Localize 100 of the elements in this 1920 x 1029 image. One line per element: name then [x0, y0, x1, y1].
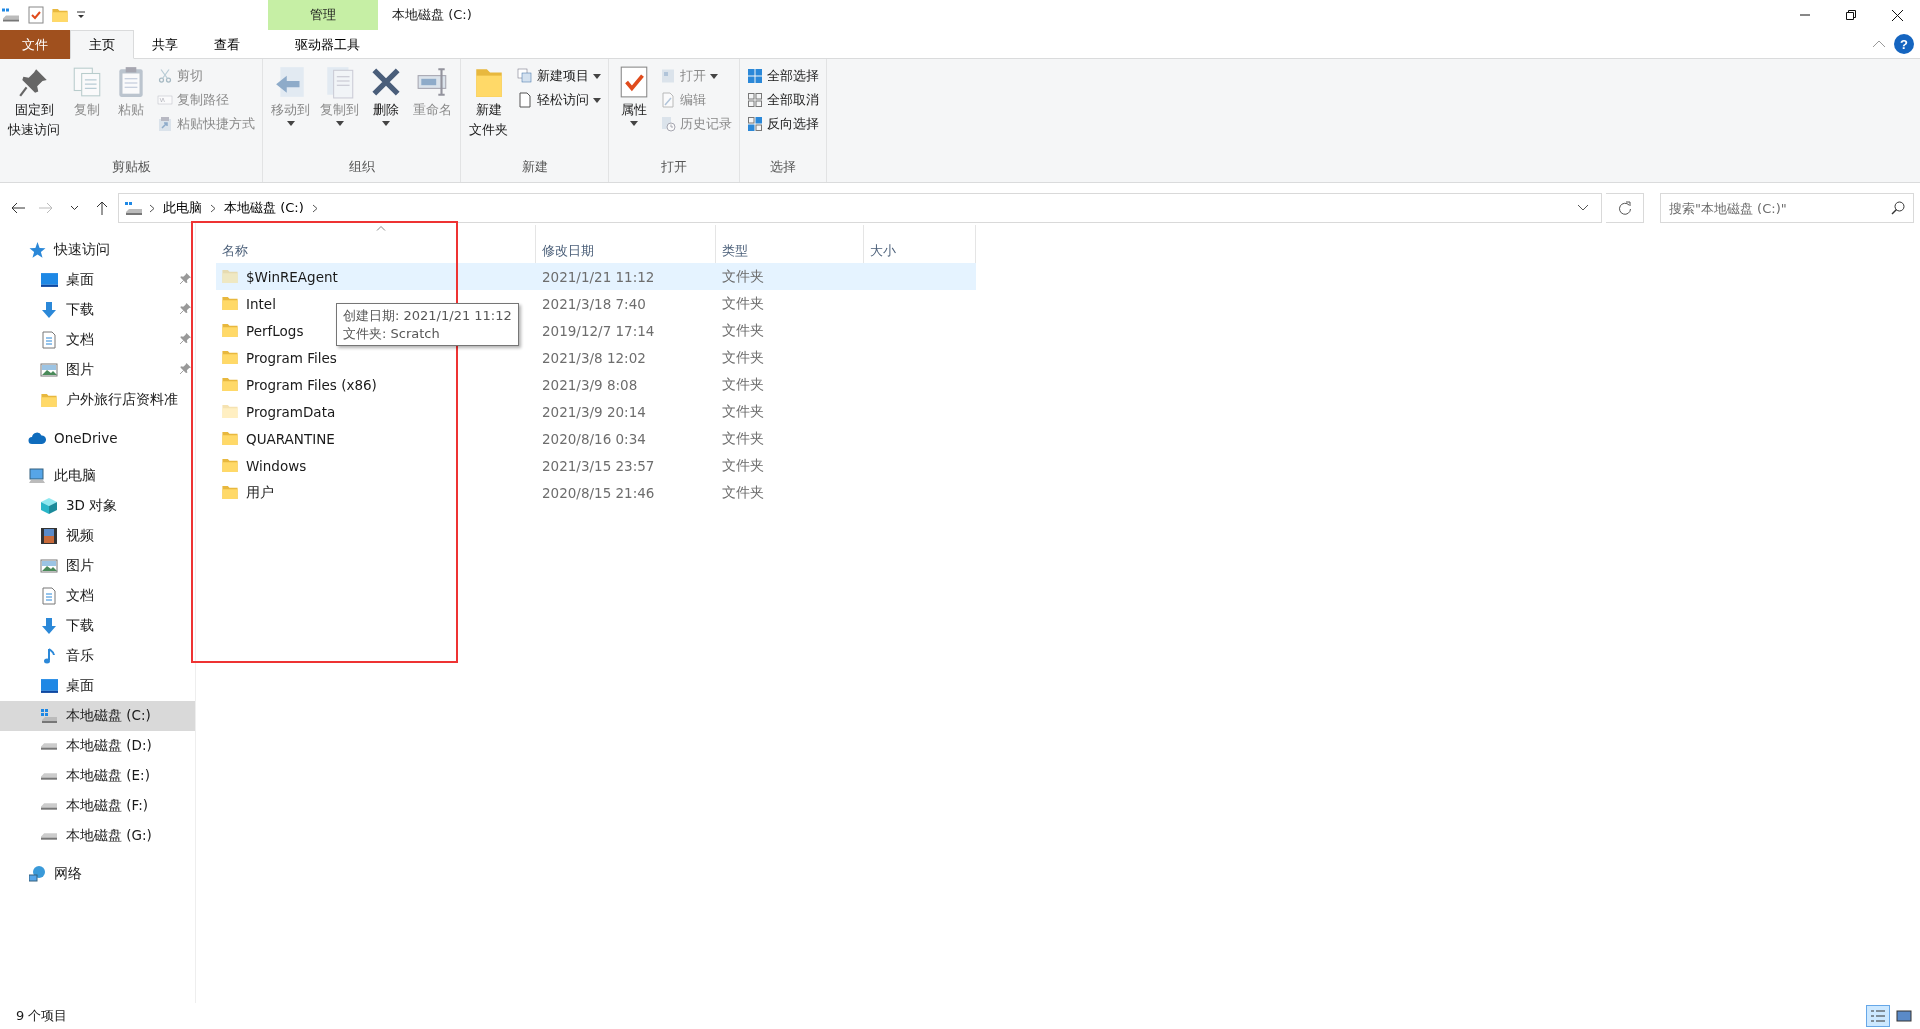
drive-icon: [41, 772, 57, 780]
window-title: 本地磁盘 (C:): [391, 6, 472, 24]
help-button[interactable]: ?: [1894, 34, 1914, 54]
drive-icon: [125, 201, 143, 215]
drive-icon: [41, 832, 57, 840]
type-cell-text: 文件夹: [721, 294, 765, 313]
ribbon-button[interactable]: 轻松访问: [514, 89, 604, 111]
computer-icon: [28, 468, 46, 484]
date-cell-text: 2021/3/15 23:57: [541, 457, 656, 474]
file-name: Program Files (x86): [246, 376, 377, 393]
item-count: 9 个项目: [16, 1007, 68, 1025]
file-name: ProgramData: [246, 403, 336, 420]
breadcrumb-item[interactable]: 本地磁盘 (C:): [222, 199, 306, 217]
ribbon-button[interactable]: 新建项目: [514, 65, 604, 87]
minimize-icon: [1800, 14, 1810, 16]
type-cell-text: 文件夹: [721, 483, 765, 502]
dropdown-icon[interactable]: [1577, 204, 1589, 212]
chevron-icon[interactable]: [210, 203, 216, 213]
ribbon-button[interactable]: 属性: [613, 63, 655, 158]
sidebar-item[interactable]: 桌面: [0, 671, 195, 701]
music-note-icon: [43, 648, 55, 664]
address-bar[interactable]: 此电脑 本地磁盘 (C:): [118, 193, 1602, 223]
sidebar-item[interactable]: 快速访问: [0, 235, 195, 265]
sidebar-item[interactable]: 本地磁盘 (C:): [0, 701, 195, 731]
monitor-icon: [40, 273, 58, 287]
large-icons-icon: [1896, 1010, 1912, 1022]
scissors-icon: [157, 68, 173, 84]
type-cell-text: 文件夹: [721, 456, 765, 475]
ribbon-button[interactable]: 反向选择: [744, 113, 822, 135]
cube-icon: [41, 498, 57, 514]
ribbon-button[interactable]: 删除: [365, 63, 407, 158]
chevron-icon[interactable]: [149, 203, 155, 213]
drive-icon[interactable]: [2, 8, 20, 22]
sidebar-item[interactable]: 本地磁盘 (D:): [0, 731, 195, 761]
chevron-down-icon: [69, 205, 79, 211]
select-none-icon: [747, 92, 763, 108]
ribbon-tab[interactable]: 驱动器工具: [272, 30, 382, 59]
button-label: 快速访问: [8, 120, 60, 139]
type-cell-text: 文件夹: [721, 348, 765, 367]
ribbon-button[interactable]: 全部选择: [744, 65, 822, 87]
sidebar-item[interactable]: 音乐: [0, 641, 195, 671]
ribbon-tab[interactable]: 共享: [134, 30, 196, 59]
group-label: 剪贴板: [110, 158, 152, 176]
restore-icon: [1846, 10, 1856, 20]
file-name: 用户: [246, 483, 274, 502]
date-cell-text: 2020/8/16 0:34: [541, 430, 647, 447]
search-field[interactable]: 搜索"本地磁盘 (C:)": [1660, 193, 1914, 223]
sidebar-item[interactable]: 网络: [0, 859, 195, 889]
sidebar-item[interactable]: 户外旅行店资料准: [0, 385, 195, 415]
sidebar-item[interactable]: 文档: [0, 581, 195, 611]
refresh-icon: [1617, 201, 1632, 215]
type-cell-text: 文件夹: [721, 267, 765, 286]
sidebar-item[interactable]: 图片: [0, 551, 195, 581]
dropdown-icon[interactable]: [76, 11, 86, 19]
button-label: 固定到: [14, 101, 54, 119]
ribbon-tab[interactable]: 主页: [70, 30, 134, 59]
type-cell-text: 文件夹: [721, 375, 765, 394]
sidebar-item[interactable]: 此电脑: [0, 461, 195, 491]
group-label: 组织: [347, 158, 376, 176]
selected-row[interactable]: $WinREAgent 2021/1/21 11:12 文件夹: [216, 263, 976, 290]
ribbon-tab[interactable]: 查看: [196, 30, 258, 59]
back-arrow-icon: [11, 202, 25, 214]
properties-icon[interactable]: [28, 6, 44, 24]
folder-icon: [41, 393, 57, 407]
button-label: 移动到: [271, 101, 310, 119]
file-name: Program Files: [246, 349, 337, 366]
refresh-button[interactable]: [1606, 193, 1644, 223]
sidebar-item[interactable]: OneDrive: [0, 423, 195, 453]
download-icon: [42, 302, 56, 318]
collapse-ribbon-icon[interactable]: [1872, 40, 1886, 48]
open-icon: [660, 68, 676, 84]
sidebar-item[interactable]: 本地磁盘 (G:): [0, 821, 195, 851]
sidebar-item[interactable]: 下载: [0, 295, 195, 325]
sidebar-item[interactable]: 桌面: [0, 265, 195, 295]
button-label: 删除: [373, 101, 399, 119]
date-cell-text: 2021/3/9 20:14: [541, 403, 647, 420]
document-icon: [42, 331, 56, 349]
sidebar-item[interactable]: 图片: [0, 355, 195, 385]
sidebar-item[interactable]: 本地磁盘 (E:): [0, 761, 195, 791]
sidebar-item[interactable]: 文档: [0, 325, 195, 355]
sidebar-item[interactable]: 3D 对象: [0, 491, 195, 521]
monitor-icon: [40, 679, 58, 693]
button-label: 文件夹: [469, 120, 508, 139]
date-cell-text: 2019/12/7 17:14: [541, 322, 656, 339]
chevron-icon[interactable]: [311, 203, 318, 213]
file-name: QUARANTINE: [246, 430, 335, 447]
ribbon-button[interactable]: 全部取消: [744, 89, 822, 111]
film-icon: [41, 528, 57, 544]
folder-icon: [52, 8, 68, 22]
breadcrumb-item[interactable]: 此电脑: [161, 199, 204, 217]
file-name: Windows: [246, 457, 307, 474]
sidebar-item[interactable]: 本地磁盘 (F:): [0, 791, 195, 821]
sidebar-item[interactable]: 下载: [0, 611, 195, 641]
history-icon: [660, 116, 676, 132]
network-icon: [29, 866, 45, 882]
ribbon-button[interactable]: 固定到 快速访问: [4, 63, 64, 158]
sidebar-item[interactable]: 视频: [0, 521, 195, 551]
ribbon-tab[interactable]: 文件: [0, 30, 70, 59]
download-icon: [42, 618, 56, 634]
ribbon-button[interactable]: 新建 文件夹: [465, 63, 512, 158]
